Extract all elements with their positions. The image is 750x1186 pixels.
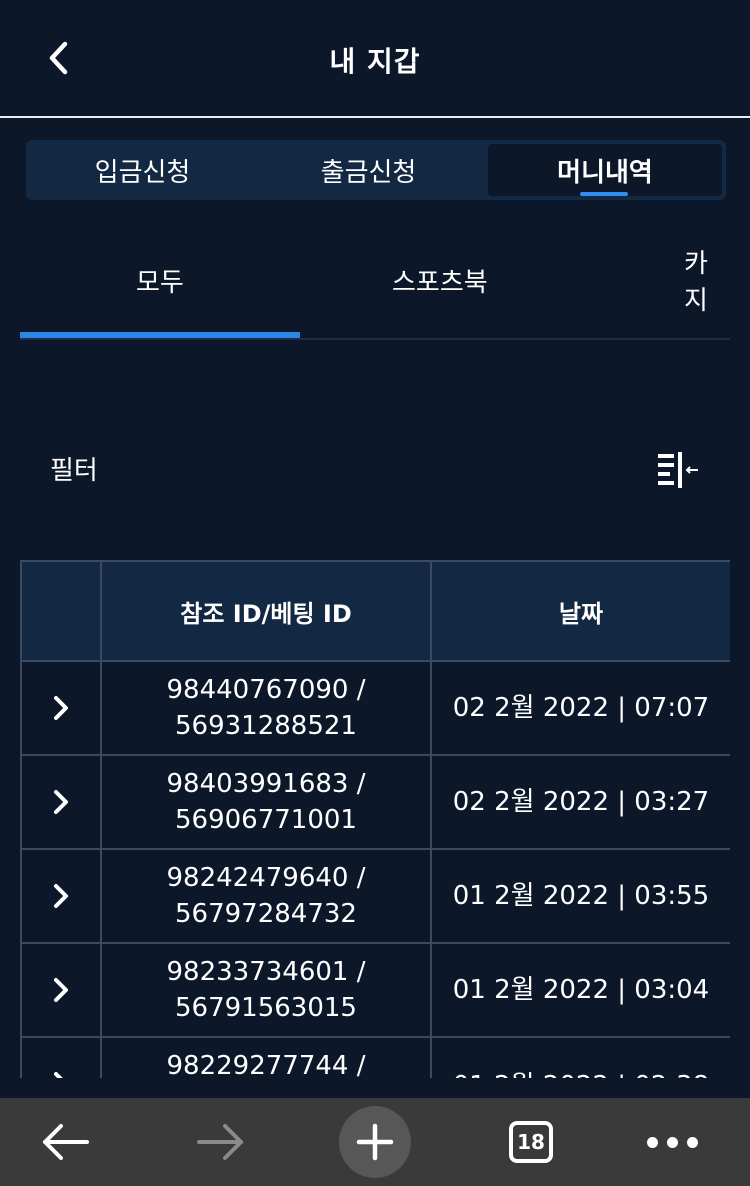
forward-arrow-icon	[197, 1124, 243, 1160]
table-header-row: 참조 ID/베팅 ID 날짜	[20, 560, 730, 662]
ref-id-cell: 98233734601 / 56791563015	[100, 942, 432, 1038]
tabs-button[interactable]: 18	[476, 1098, 586, 1186]
column-header-expand	[20, 560, 102, 662]
expand-row-button[interactable]	[20, 848, 102, 944]
filter-label: 필터	[50, 456, 98, 486]
date-cell: 01 2월 2022 | 03:04	[430, 942, 730, 1038]
table-row[interactable]: 98229277744 / 01 2월 2022 | 02:38	[20, 1036, 730, 1078]
plus-circle	[339, 1106, 411, 1178]
expand-row-button[interactable]	[20, 660, 102, 756]
date-cell: 02 2월 2022 | 07:07	[430, 660, 730, 756]
chevron-right-icon	[54, 790, 68, 814]
bet-id: 56931288521	[175, 711, 357, 741]
table-row[interactable]: 98403991683 / 56906771001 02 2월 2022 | 0…	[20, 754, 730, 850]
bet-id: 56791563015	[175, 993, 357, 1023]
more-icon	[646, 1136, 698, 1148]
tabs-icon: 18	[509, 1121, 553, 1163]
tab-casino[interactable]: 카지	[684, 240, 730, 320]
back-arrow-icon	[43, 1124, 89, 1160]
date-cell: 01 2월 2022 | 02:38	[430, 1036, 730, 1078]
bet-id: 56906771001	[175, 805, 357, 835]
tab-active-indicator	[20, 332, 300, 338]
wallet-segment-control: 입금신청 출금신청 머니내역	[26, 140, 726, 200]
ref-id-cell: 98242479640 / 56797284732	[100, 848, 432, 944]
segment-deposit[interactable]: 입금신청	[26, 140, 259, 200]
browser-forward-button[interactable]	[166, 1098, 276, 1186]
ref-id: 98403991683 /	[166, 769, 366, 799]
table-row[interactable]: 98242479640 / 56797284732 01 2월 2022 | 0…	[20, 848, 730, 944]
date-cell: 01 2월 2022 | 03:55	[430, 848, 730, 944]
column-header-date: 날짜	[430, 560, 730, 662]
chevron-right-icon	[54, 1072, 63, 1078]
page-title: 내 지갑	[329, 45, 421, 78]
browser-toolbar: 18	[0, 1098, 750, 1186]
segment-withdraw[interactable]: 출금신청	[252, 140, 485, 200]
date-cell: 02 2월 2022 | 03:27	[430, 754, 730, 850]
filter-button[interactable]	[654, 448, 702, 492]
chevron-right-icon	[54, 696, 68, 720]
plus-icon	[356, 1123, 394, 1161]
segment-money-history[interactable]: 머니내역	[488, 144, 722, 196]
table-row[interactable]: 98440767090 / 56931288521 02 2월 2022 | 0…	[20, 660, 730, 756]
ref-id: 98242479640 /	[166, 863, 366, 893]
ref-id: 98233734601 /	[166, 957, 366, 987]
tab-all[interactable]: 모두	[136, 240, 184, 320]
browser-back-button[interactable]	[10, 1098, 120, 1186]
header: 내 지갑	[0, 0, 750, 118]
expand-row-button[interactable]	[20, 1036, 102, 1078]
transaction-table: 참조 ID/베팅 ID 날짜 98440767090 / 56931288521…	[20, 560, 730, 1078]
table-row[interactable]: 98233734601 / 56791563015 01 2월 2022 | 0…	[20, 942, 730, 1038]
ref-id-cell: 98403991683 / 56906771001	[100, 754, 432, 850]
segment-active-indicator	[580, 192, 628, 196]
ref-id: 98440767090 /	[166, 675, 366, 705]
chevron-right-icon	[54, 978, 68, 1002]
expand-row-button[interactable]	[20, 754, 102, 850]
filter-collapse-icon	[658, 452, 698, 488]
chevron-right-icon	[54, 884, 68, 908]
expand-row-button[interactable]	[20, 942, 102, 1038]
ref-id-cell: 98440767090 / 56931288521	[100, 660, 432, 756]
ref-id-cell: 98229277744 /	[100, 1036, 432, 1078]
tab-sportsbook[interactable]: 스포츠북	[392, 240, 488, 320]
category-tabs: 모두 스포츠북 카지	[20, 240, 730, 340]
column-header-ref-id: 참조 ID/베팅 ID	[100, 560, 432, 662]
ref-id: 98229277744 /	[166, 1051, 366, 1078]
new-tab-button[interactable]	[320, 1098, 430, 1186]
more-button[interactable]	[617, 1098, 727, 1186]
bet-id: 56797284732	[175, 899, 357, 929]
